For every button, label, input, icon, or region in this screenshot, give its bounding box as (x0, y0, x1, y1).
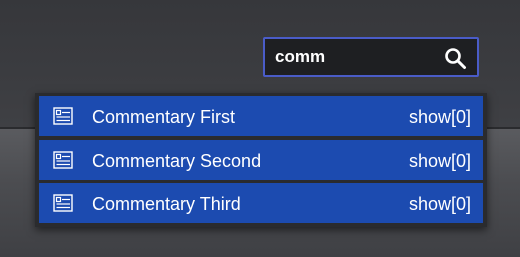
document-list-icon (53, 107, 73, 125)
document-list-icon (53, 151, 73, 169)
suggestion-item[interactable]: Commentary Second show[0] (39, 140, 483, 180)
search-box[interactable] (263, 37, 479, 77)
search-suggestions-dropdown: Commentary First show[0] Commentary Seco… (35, 93, 487, 227)
suggestion-label: Commentary Second (92, 151, 262, 171)
suggestion-label: Commentary Third (92, 194, 241, 214)
app-screen: Commentary First show[0] Commentary Seco… (0, 0, 520, 257)
document-list-icon (53, 194, 73, 212)
suggestion-item[interactable]: Commentary First show[0] (39, 96, 483, 136)
suggestion-action[interactable]: show[0] (409, 107, 471, 127)
search-input[interactable] (275, 45, 425, 69)
suggestion-action[interactable]: show[0] (409, 194, 471, 214)
suggestion-action[interactable]: show[0] (409, 151, 471, 171)
suggestion-item[interactable]: Commentary Third show[0] (39, 183, 483, 223)
suggestion-label: Commentary First (92, 107, 236, 127)
search-icon[interactable] (443, 46, 467, 70)
